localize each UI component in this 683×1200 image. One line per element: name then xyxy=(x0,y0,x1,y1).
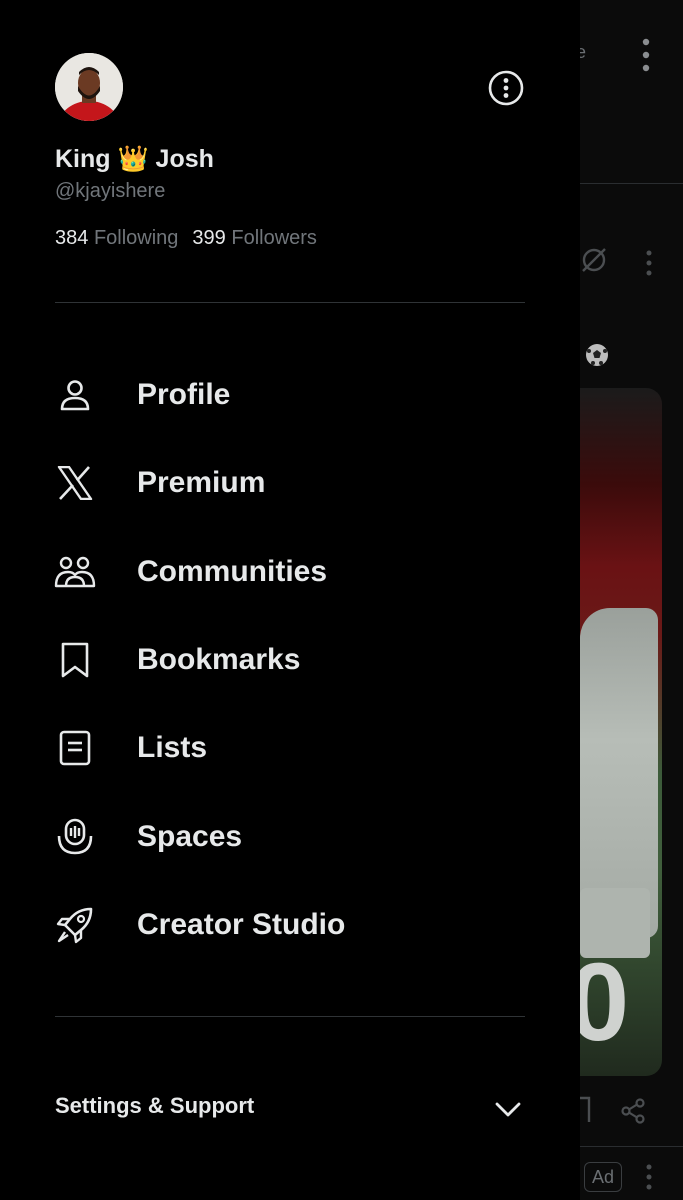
menu-item-label: Premium xyxy=(137,466,266,500)
ad-more-icon xyxy=(646,1164,652,1190)
following-label: Following xyxy=(93,227,179,249)
menu-item-profile[interactable]: Profile xyxy=(0,351,580,439)
menu-item-lists[interactable]: Lists xyxy=(0,704,580,792)
menu-item-label: Profile xyxy=(137,378,231,412)
menu-item-label: Bookmarks xyxy=(137,643,301,677)
menu-item-label: Spaces xyxy=(137,819,243,853)
menu-item-label: Communities xyxy=(137,554,328,588)
follow-stats: 384 Following 399 Followers xyxy=(55,227,317,250)
display-name[interactable]: King 👑 Josh xyxy=(55,145,214,174)
grok-icon xyxy=(582,248,606,272)
following-link[interactable]: 384 Following xyxy=(55,227,178,249)
list-icon xyxy=(54,727,96,769)
rocket-icon xyxy=(54,904,96,946)
menu-item-label: Lists xyxy=(137,731,208,765)
drawer-divider-bottom xyxy=(55,1016,525,1017)
share-icon xyxy=(621,1098,645,1124)
soccer-ball-icon xyxy=(586,344,608,366)
drawer-divider-top xyxy=(55,302,525,303)
followers-label: Followers xyxy=(231,227,317,249)
avatar-image xyxy=(55,53,123,121)
menu-item-communities[interactable]: Communities xyxy=(0,528,580,616)
menu-item-creator-studio[interactable]: Creator Studio xyxy=(0,881,580,969)
person-icon xyxy=(54,374,96,416)
timeline-divider xyxy=(580,183,683,184)
following-count: 384 xyxy=(55,227,89,249)
timeline-divider xyxy=(580,1146,683,1147)
followers-link[interactable]: 399 Followers xyxy=(192,227,317,249)
more-options-icon[interactable] xyxy=(486,68,526,108)
timeline-more-icon xyxy=(642,38,650,72)
menu-item-label: Creator Studio xyxy=(137,907,346,941)
post-more-icon xyxy=(646,250,652,276)
menu-item-spaces[interactable]: Spaces xyxy=(0,792,580,880)
bookmark-icon xyxy=(54,639,96,681)
x-logo-icon xyxy=(54,462,96,504)
overlay-graphic: 0 xyxy=(580,941,630,1064)
chevron-down-icon[interactable] xyxy=(494,1096,522,1124)
profile-avatar[interactable] xyxy=(55,53,123,121)
post-media-image: 0 xyxy=(580,388,662,1076)
navigation-drawer: King 👑 Josh @kjayishere 384 Following 399… xyxy=(0,0,580,1200)
drawer-menu: Profile Premium Communities Bookmarks Li… xyxy=(0,351,580,969)
settings-support-toggle[interactable]: Settings & Support xyxy=(55,1093,254,1119)
spaces-icon xyxy=(54,816,96,858)
ad-badge: Ad xyxy=(584,1162,622,1192)
followers-count: 399 xyxy=(192,227,226,249)
menu-item-bookmarks[interactable]: Bookmarks xyxy=(0,616,580,704)
communities-icon xyxy=(54,551,96,593)
user-handle: @kjayishere xyxy=(55,180,166,202)
menu-item-premium[interactable]: Premium xyxy=(0,439,580,527)
